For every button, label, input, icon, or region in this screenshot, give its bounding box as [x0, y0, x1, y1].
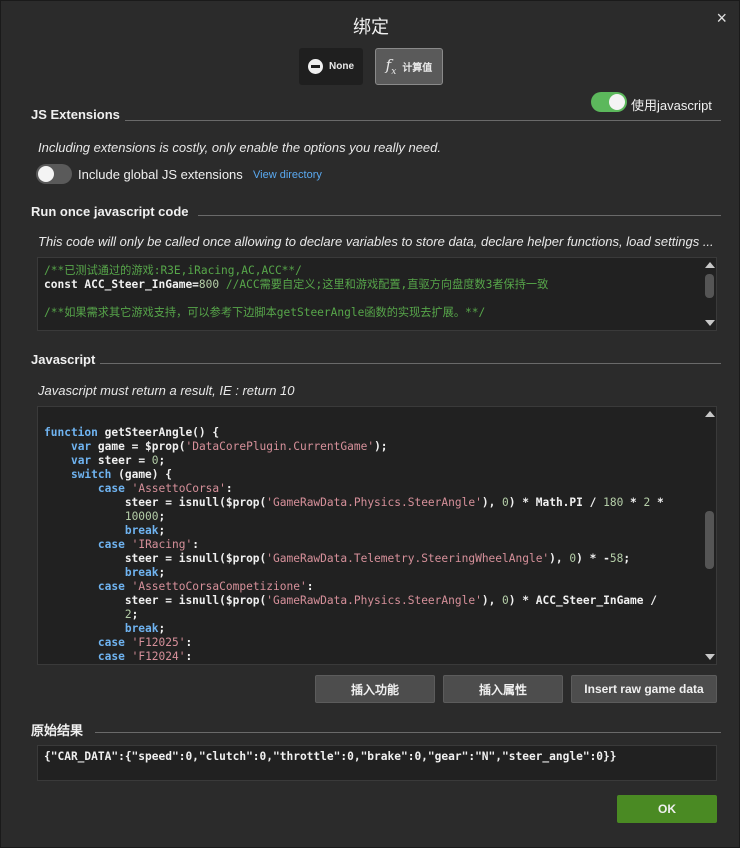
view-directory-link[interactable]: View directory [253, 169, 322, 181]
scroll-up-icon [705, 262, 715, 268]
function-icon: fx [385, 56, 397, 77]
javascript-note: Javascript must return a result, IE : re… [38, 383, 295, 398]
run-once-note: This code will only be called once allow… [38, 234, 714, 249]
mode-computed-label: 计算值 [402, 63, 433, 74]
divider [198, 215, 721, 216]
extensions-note: Including extensions is costly, only ena… [38, 140, 442, 155]
mode-none-label: None [329, 61, 354, 72]
divider [100, 363, 721, 364]
insert-property-button[interactable]: 插入属性 [443, 675, 563, 703]
run-once-code-editor[interactable]: /**已测试通过的游戏:R3E,iRacing,AC,ACC**/ const … [37, 257, 717, 331]
global-js-extensions-label: Include global JS extensions [78, 167, 243, 182]
insert-raw-game-data-button[interactable]: Insert raw game data [571, 675, 717, 703]
raw-result-heading: 原始结果 [31, 723, 84, 738]
none-icon [308, 59, 323, 74]
run-once-scrollbar[interactable] [702, 258, 716, 330]
dialog-title: 绑定 [353, 17, 389, 37]
run-once-heading: Run once javascript code [31, 204, 189, 219]
scroll-down-icon [705, 320, 715, 326]
divider [125, 120, 721, 121]
mode-none-button[interactable]: None [299, 48, 363, 85]
raw-result-value: {"CAR_DATA":{"speed":0,"clutch":0,"throt… [37, 745, 717, 781]
js-extensions-heading: JS Extensions [31, 107, 120, 122]
javascript-code: function getSteerAngle() { var game = $p… [44, 426, 664, 663]
scroll-down-icon [705, 654, 715, 660]
insert-function-button[interactable]: 插入功能 [315, 675, 435, 703]
mode-computed-button[interactable]: fx 计算值 [375, 48, 443, 85]
javascript-code-editor[interactable]: function getSteerAngle() { var game = $p… [37, 406, 717, 665]
javascript-scrollbar[interactable] [702, 407, 716, 664]
run-once-code: /**已测试通过的游戏:R3E,iRacing,AC,ACC**/ const … [44, 264, 549, 319]
use-javascript-toggle[interactable] [591, 92, 627, 112]
close-icon[interactable]: × [716, 8, 727, 29]
divider [95, 732, 721, 733]
use-javascript-label: 使用javascript [631, 98, 712, 113]
javascript-heading: Javascript [31, 352, 96, 367]
ok-button[interactable]: OK [617, 795, 717, 823]
scroll-up-icon [705, 411, 715, 417]
global-js-extensions-toggle[interactable] [36, 164, 72, 184]
binding-dialog: 绑定 × None fx 计算值 使用javascript JS Extensi… [0, 0, 740, 848]
